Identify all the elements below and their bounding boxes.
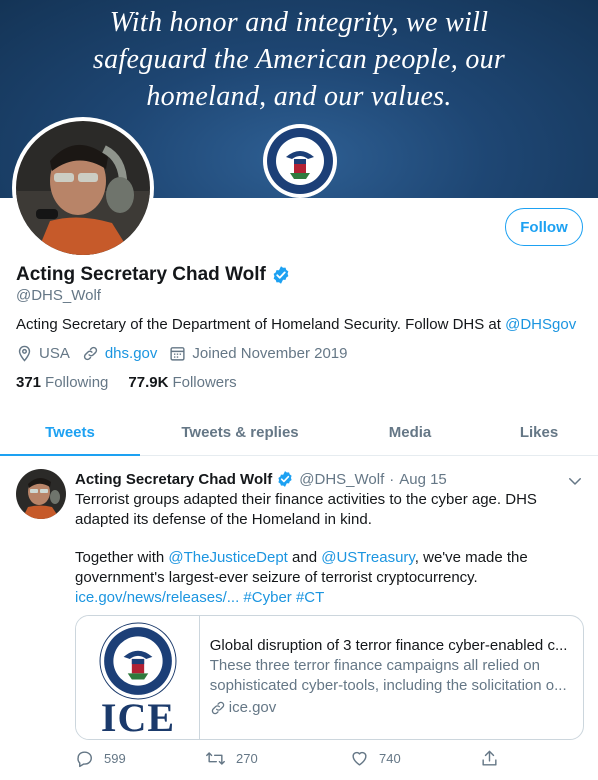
tweet-text: Terrorist groups adapted their finance a… xyxy=(75,490,585,608)
card-description: sophisticated cyber-tools, including the… xyxy=(209,677,567,694)
heart-icon xyxy=(352,751,367,766)
card-domain: ice.gov xyxy=(210,698,583,718)
tab-media[interactable]: Media xyxy=(340,411,480,455)
share-icon xyxy=(482,750,497,766)
tweet-line: ice.gov/news/releases/... #Cyber #CT xyxy=(75,588,585,608)
followers-label: Followers xyxy=(172,374,237,391)
tab-tweets-replies[interactable]: Tweets & replies xyxy=(140,411,340,455)
location-item: USA xyxy=(16,345,70,362)
following-count[interactable]: 371 Following xyxy=(16,374,108,391)
tweet-date[interactable]: Aug 15 xyxy=(399,471,447,488)
tweet-text-part: and xyxy=(287,549,322,566)
location-text: USA xyxy=(39,345,70,362)
tweet-line: Terrorist groups adapted their finance a… xyxy=(75,491,537,508)
following-number: 371 xyxy=(16,374,42,391)
tweet-author-handle[interactable]: @DHS_Wolf xyxy=(299,471,384,488)
chevron-down-icon[interactable] xyxy=(566,472,584,490)
tweet-text-part: , we've made the xyxy=(414,549,528,566)
joined-text: Joined November 2019 xyxy=(192,345,348,362)
dhs-seal-icon xyxy=(99,622,177,700)
tweet-dot: · xyxy=(389,470,395,488)
hashtag-cyber-link[interactable]: #Cyber xyxy=(243,589,291,606)
display-name: Acting Secretary Chad Wolf xyxy=(16,264,266,285)
joined-item: Joined November 2019 xyxy=(169,345,348,362)
followers-number: 77.9K xyxy=(128,374,169,391)
profile-avatar[interactable] xyxy=(12,117,154,259)
card-text: Global disruption of 3 terror finance cy… xyxy=(200,616,583,739)
mention-treasury-link[interactable]: @USTreasury xyxy=(321,549,415,566)
profile-handle: @DHS_Wolf xyxy=(16,287,101,304)
like-button[interactable]: 740 xyxy=(350,749,480,768)
tweet-line: Together with @TheJusticeDept and @USTre… xyxy=(75,548,585,568)
calendar-icon xyxy=(170,347,185,361)
share-button[interactable] xyxy=(480,749,499,768)
banner-line: homeland, and our values. xyxy=(146,81,452,112)
retweet-button[interactable]: 270 xyxy=(205,749,350,768)
card-title: Global disruption of 3 terror finance cy… xyxy=(209,637,568,654)
tweet-author-name[interactable]: Acting Secretary Chad Wolf xyxy=(75,471,272,488)
followers-count[interactable]: 77.9K Followers xyxy=(128,374,236,391)
dhs-seal-icon xyxy=(263,124,337,198)
hashtag-ct-link[interactable]: #CT xyxy=(296,589,324,606)
website-link[interactable]: dhs.gov xyxy=(105,345,158,362)
like-count: 740 xyxy=(379,751,401,766)
card-thumbnail: ICE xyxy=(76,616,200,739)
bio-text: Acting Secretary of the Department of Ho… xyxy=(16,316,506,333)
tweet-actions: 599 270 740 xyxy=(75,749,505,768)
follow-counts: 371 Following 77.9K Followers xyxy=(16,374,257,391)
ice-logo-text: ICE xyxy=(100,695,176,740)
tab-likes[interactable]: Likes xyxy=(480,411,598,455)
location-pin-icon xyxy=(18,345,31,362)
verified-badge-icon xyxy=(278,471,292,487)
reply-button[interactable]: 599 xyxy=(75,749,205,768)
banner-line: With honor and integrity, we will xyxy=(109,7,489,38)
profile-tabs: Tweets Tweets & replies Media Likes xyxy=(0,411,598,456)
tweet-url-link[interactable]: ice.gov/news/releases/... xyxy=(75,589,239,606)
retweet-icon xyxy=(206,752,225,765)
card-description: These three terror finance campaigns all… xyxy=(209,657,540,674)
profile-name-row: Acting Secretary Chad Wolf xyxy=(16,264,291,286)
tab-tweets[interactable]: Tweets xyxy=(0,411,140,456)
reply-icon xyxy=(77,751,92,768)
profile-bio: Acting Secretary of the Department of Ho… xyxy=(16,316,576,333)
tweet-line: government's largest-ever seizure of ter… xyxy=(75,569,478,586)
following-label: Following xyxy=(45,374,109,391)
tweet-avatar[interactable] xyxy=(16,469,66,519)
link-icon xyxy=(211,701,224,715)
tweet-text-part: Together with xyxy=(75,549,169,566)
banner-slogan: With honor and integrity, we will safegu… xyxy=(0,4,598,115)
link-preview-card[interactable]: ICE Global disruption of 3 terror financ… xyxy=(75,615,584,740)
avatar-photo-icon xyxy=(16,121,150,255)
retweet-count: 270 xyxy=(236,751,258,766)
reply-count: 599 xyxy=(104,751,126,766)
profile-meta: USA dhs.gov Joined November 2019 xyxy=(16,345,360,362)
bio-mention-link[interactable]: @DHSgov xyxy=(505,316,576,333)
verified-badge-icon xyxy=(273,266,289,284)
mention-justice-link[interactable]: @TheJusticeDept xyxy=(168,549,287,566)
tweet-header: Acting Secretary Chad Wolf @DHS_Wolf · A… xyxy=(75,470,447,488)
link-icon xyxy=(83,346,97,361)
banner-line: safeguard the American people, our xyxy=(92,44,506,75)
follow-button[interactable]: Follow xyxy=(505,208,583,246)
card-domain-text: ice.gov xyxy=(228,699,277,716)
website-item: dhs.gov xyxy=(82,345,158,362)
tweet-line: adapted its defense of the Homeland in k… xyxy=(75,511,372,528)
